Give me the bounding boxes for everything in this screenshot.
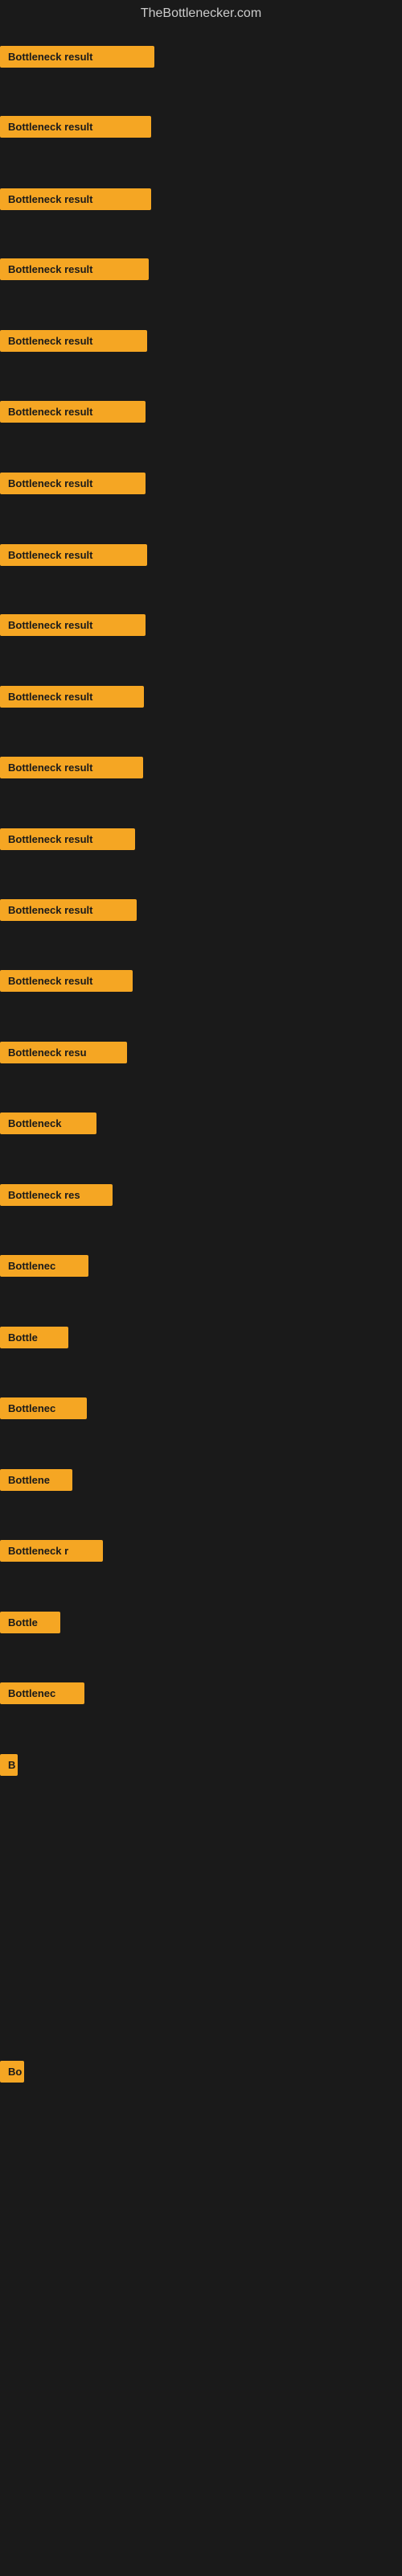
bottleneck-result-item[interactable]: Bottleneck (0, 1113, 96, 1134)
bottleneck-result-item[interactable]: Bottleneck result (0, 188, 151, 210)
bottleneck-result-item[interactable]: Bottleneck result (0, 757, 143, 778)
bottleneck-result-item[interactable]: Bottleneck result (0, 828, 135, 850)
bottleneck-result-item[interactable]: Bottleneck resu (0, 1042, 127, 1063)
bottleneck-result-item[interactable]: Bottleneck res (0, 1184, 113, 1206)
bottleneck-result-item[interactable]: Bottleneck result (0, 46, 154, 68)
bottleneck-result-item[interactable]: Bottleneck result (0, 970, 133, 992)
bottleneck-result-item[interactable]: Bottle (0, 1612, 60, 1633)
bottleneck-result-item[interactable]: Bo (0, 2061, 24, 2083)
bottleneck-result-item[interactable]: Bottleneck result (0, 473, 146, 494)
bottleneck-result-item[interactable]: Bottleneck result (0, 258, 149, 280)
site-title: TheBottlenecker.com (0, 0, 402, 31)
bottleneck-result-item[interactable]: Bottleneck result (0, 544, 147, 566)
bottleneck-result-item[interactable]: Bottleneck result (0, 686, 144, 708)
bottleneck-result-item[interactable]: Bottlenec (0, 1397, 87, 1419)
bottleneck-result-item[interactable]: Bottleneck result (0, 401, 146, 423)
bottleneck-result-item[interactable]: B (0, 1754, 18, 1776)
bottleneck-result-item[interactable]: Bottleneck result (0, 614, 146, 636)
bottleneck-result-item[interactable]: Bottleneck r (0, 1540, 103, 1562)
bottleneck-result-item[interactable]: Bottleneck result (0, 116, 151, 138)
bottleneck-result-item[interactable]: Bottlenec (0, 1255, 88, 1277)
bottleneck-result-item[interactable]: Bottlene (0, 1469, 72, 1491)
bottleneck-result-item[interactable]: Bottle (0, 1327, 68, 1348)
bottleneck-result-item[interactable]: Bottlenec (0, 1682, 84, 1704)
bottleneck-result-item[interactable]: Bottleneck result (0, 899, 137, 921)
bottleneck-result-item[interactable]: Bottleneck result (0, 330, 147, 352)
